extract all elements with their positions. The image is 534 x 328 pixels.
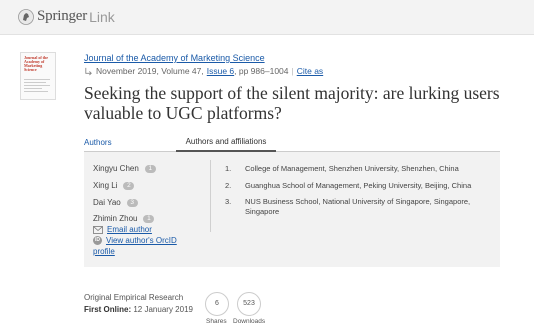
tab-authors-and-affiliations[interactable]: Authors and affiliations (176, 137, 276, 152)
springer-horse-icon (18, 8, 34, 25)
issue-meta: November 2019, Volume 47, Issue 6 , pp 9… (84, 66, 323, 76)
article-title: Seeking the support of the silent majori… (84, 83, 500, 123)
email-author-row: Email author (93, 225, 152, 234)
first-online-date: 12 January 2019 (133, 305, 193, 314)
logo-text-springer: Springer (37, 8, 88, 24)
journal-link[interactable]: Journal of the Academy of Marketing Scie… (84, 53, 265, 63)
affiliation-number: 1. (225, 164, 232, 173)
author-name[interactable]: Zhimin Zhou (93, 214, 137, 223)
author-item: Xing Li 2 (93, 181, 135, 190)
affiliation-badge: 1 (143, 214, 155, 223)
arrow-return-icon (85, 67, 92, 75)
affiliation-text: NUS Business School, National University… (245, 197, 471, 216)
affiliation-text: Guanghua School of Management, Peking Un… (245, 181, 472, 190)
affiliation-badge: 2 (123, 181, 135, 190)
cite-as-link[interactable]: Cite as (297, 66, 323, 76)
author-item: Zhimin Zhou 1 (93, 214, 155, 223)
downloads-label: Downloads (233, 318, 266, 325)
affiliation-badge: 3 (126, 198, 138, 207)
first-online-label: First Online: (84, 305, 132, 314)
email-author-link[interactable]: Email author (107, 225, 152, 234)
logo-text-link: Link (89, 8, 115, 25)
affiliation-badge: 1 (144, 164, 156, 173)
shares-count: 6 (205, 292, 229, 316)
downloads-count: 523 (237, 292, 261, 316)
envelope-icon (93, 225, 103, 234)
page-range: , pp 986–1004 (234, 66, 289, 76)
affiliation-number: 3. (225, 197, 232, 206)
issue-date: November 2019, Volume 47, (96, 66, 204, 76)
affiliation-item: 2. Guanghua School of Management, Peking… (225, 181, 485, 191)
author-name[interactable]: Dai Yao (93, 198, 121, 207)
article-type: Original Empirical Research (84, 293, 184, 302)
issue-link[interactable]: Issue 6 (207, 66, 234, 76)
orcid-row: iD View author's OrcID (93, 236, 177, 245)
journal-cover-thumbnail[interactable]: Journal of the Academy of Marketing Scie… (20, 52, 56, 100)
author-item: Dai Yao 3 (93, 198, 138, 207)
author-item: Xingyu Chen 1 (93, 164, 156, 173)
springer-link-logo[interactable]: Springer Link (18, 8, 115, 25)
affiliation-item: 3. NUS Business School, National Univers… (225, 197, 485, 217)
authors-affiliations-panel: Xingyu Chen 1 Xing Li 2 Dai Yao 3 Zhimin… (84, 152, 500, 267)
affiliation-text: College of Management, Shenzhen Universi… (245, 164, 459, 173)
author-name[interactable]: Xingyu Chen (93, 164, 139, 173)
cover-title: Journal of the Academy of Marketing Scie… (24, 55, 48, 72)
site-header: Springer Link (0, 0, 534, 35)
tab-authors[interactable]: Authors (84, 138, 112, 147)
author-tabs: Authors Authors and affiliations (84, 137, 500, 152)
shares-label: Shares (206, 318, 227, 325)
orcid-link[interactable]: View author's OrcID (106, 236, 177, 245)
affiliation-item: 1. College of Management, Shenzhen Unive… (225, 164, 485, 174)
orcid-link-profile[interactable]: profile (93, 247, 115, 256)
author-name[interactable]: Xing Li (93, 181, 117, 190)
orcid-icon: iD (93, 236, 102, 245)
first-online: First Online: 12 January 2019 (84, 305, 193, 314)
panel-divider (210, 160, 211, 232)
affiliation-number: 2. (225, 181, 232, 190)
